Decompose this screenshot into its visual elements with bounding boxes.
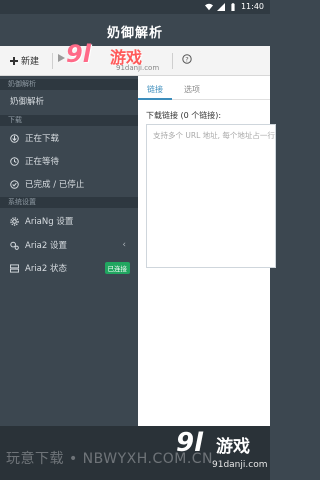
tab-links[interactable]: 链接 xyxy=(147,84,163,95)
sidebar-section-app: 奶御解析 xyxy=(0,79,138,90)
watermark-logo-bottom: 9l 游戏 91danji.com xyxy=(176,428,268,478)
active-tab-indicator xyxy=(138,98,172,100)
sidebar-section-settings: 系统设置 xyxy=(0,197,138,208)
sidebar-item-label: 正在下载 xyxy=(25,134,60,144)
download-circle-icon xyxy=(10,133,19,143)
status-bar: 11:40 xyxy=(0,0,270,14)
sidebar-item-label: Aria2 设置 xyxy=(25,241,67,251)
watermark-logo-text: 游戏 xyxy=(216,437,250,457)
links-label: 下载链接 (0 个链接): xyxy=(146,111,222,120)
signal-icon xyxy=(216,2,225,11)
sidebar-item-label: AriaNg 设置 xyxy=(25,217,74,227)
toolbar-divider xyxy=(52,53,53,69)
start-button[interactable] xyxy=(58,54,65,62)
sidebar-item-stopped[interactable]: 已完成 / 已停止 xyxy=(0,173,138,195)
sidebar-item-ariang-settings[interactable]: AriaNg 设置 xyxy=(0,210,138,232)
sidebar-item-label: 正在等待 xyxy=(25,157,60,167)
new-button[interactable]: 新建 xyxy=(10,54,39,67)
plus-icon xyxy=(10,56,18,65)
watermark-logo-url: 91danji.com xyxy=(212,460,268,470)
url-placeholder: 支持多个 URL 地址, 每个地址占一行. xyxy=(153,131,276,140)
sidebar: 奶御解析 奶御解析 下载 正在下载 正在等待 已完成 / 已停止 系统设置 Ar… xyxy=(0,76,138,426)
sidebar-item-label: 奶御解析 xyxy=(10,97,45,107)
sidebar-item-aria2-status[interactable]: Aria2 状态 已连接 xyxy=(0,257,138,279)
sidebar-section-download: 下载 xyxy=(0,115,138,126)
status-badge: 已连接 xyxy=(104,262,130,274)
url-textarea[interactable]: 支持多个 URL 地址, 每个地址占一行. xyxy=(146,124,276,268)
chevron-left-icon: ‹ xyxy=(122,240,126,250)
new-button-label: 新建 xyxy=(21,57,40,67)
status-time: 11:40 xyxy=(240,2,264,11)
server-icon xyxy=(10,263,19,273)
wifi-icon xyxy=(204,3,213,10)
watermark-logo-mark: 9l xyxy=(66,40,91,68)
clock-icon xyxy=(10,156,19,166)
battery-icon xyxy=(231,2,235,11)
app-title: 奶御解析 xyxy=(106,26,163,41)
sidebar-item-aria2-settings[interactable]: Aria2 设置 ‹ xyxy=(0,234,138,256)
sidebar-item-label: 已完成 / 已停止 xyxy=(25,180,85,190)
gears-icon xyxy=(10,241,19,250)
tab-options[interactable]: 选项 xyxy=(184,84,200,95)
sidebar-item-downloading[interactable]: 正在下载 xyxy=(0,127,138,149)
bottom-watermark-bar: 玩意下载 • NBWYXH.COM.CN 9l 游戏 91danji.com xyxy=(0,426,270,480)
watermark-logo-top: 9l 游戏 91danji.com xyxy=(66,40,176,76)
status-icons: 11:40 xyxy=(204,2,264,11)
sidebar-item-label: Aria2 状态 xyxy=(25,264,67,274)
tab-bar: 链接 选项 xyxy=(138,76,270,100)
play-icon xyxy=(58,54,65,62)
sidebar-item-waiting[interactable]: 正在等待 xyxy=(0,150,138,172)
gear-icon xyxy=(10,216,19,226)
check-circle-icon xyxy=(10,179,19,189)
main-panel: 链接 选项 下载链接 (0 个链接): 支持多个 URL 地址, 每个地址占一行… xyxy=(138,76,276,426)
svg-text:?: ? xyxy=(185,56,188,64)
help-button[interactable]: ? xyxy=(182,54,192,64)
watermark-logo-url: 91danji.com xyxy=(116,64,160,72)
sidebar-item-app[interactable]: 奶御解析 xyxy=(0,90,138,112)
help-icon: ? xyxy=(182,54,192,64)
watermark-logo-mark: 9l xyxy=(176,428,204,458)
